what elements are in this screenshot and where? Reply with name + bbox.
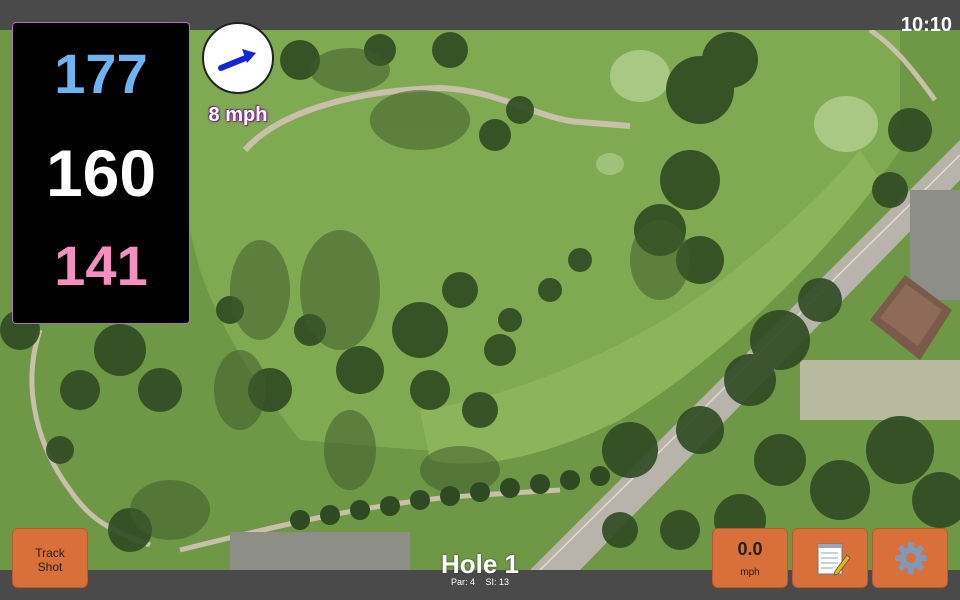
yardage-panel: 177 160 141 — [12, 22, 190, 324]
status-clock: 10:10 — [900, 14, 952, 36]
notes-button[interactable] — [792, 528, 868, 588]
settings-button[interactable] — [872, 528, 948, 588]
hole-info: Par: 4 SI: 13 — [380, 577, 580, 587]
back-yardage: 177 — [54, 42, 148, 105]
track-shot-button[interactable]: Track Shot — [12, 528, 88, 588]
notepad-icon — [817, 543, 851, 576]
hole-title: Hole 1 — [440, 549, 520, 579]
wind-direction-arrow-icon — [218, 49, 256, 71]
hole-par: Par: 4 — [450, 577, 475, 587]
speed-value: 0.0 — [737, 539, 763, 559]
track-shot-label-line1: Track — [35, 546, 65, 560]
speed-unit: mph — [740, 567, 760, 578]
hole-stroke-index: SI: 13 — [485, 577, 510, 587]
speed-button[interactable]: 0.0 mph — [712, 528, 788, 588]
gear-icon — [895, 542, 927, 574]
wind-indicator — [202, 22, 274, 94]
middle-yardage: 160 — [45, 136, 157, 210]
front-yardage: 141 — [54, 234, 148, 297]
track-shot-label-line2: Shot — [37, 560, 63, 574]
wind-speed: 8 mph — [208, 104, 268, 126]
